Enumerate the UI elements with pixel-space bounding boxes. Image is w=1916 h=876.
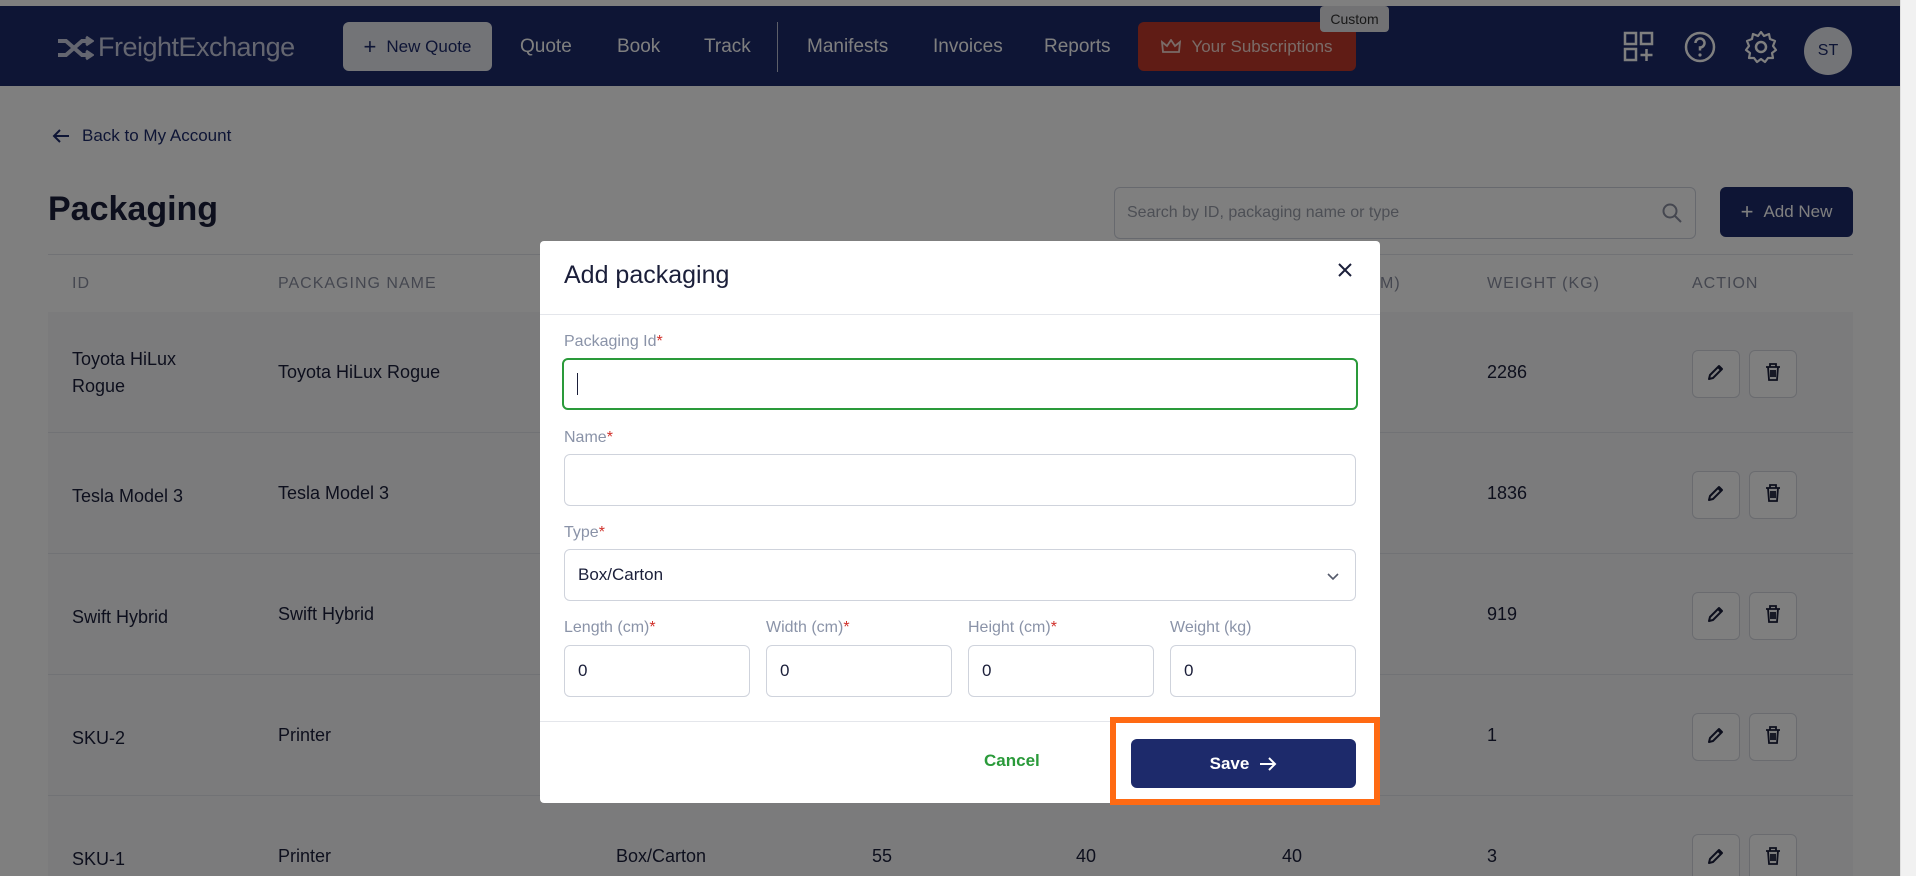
length-label: Length (cm)* [564, 619, 656, 636]
page-scrollbar[interactable] [1900, 0, 1916, 876]
type-select[interactable]: Box/Carton [564, 549, 1356, 601]
weight-label: Weight (kg) [1170, 619, 1252, 636]
cancel-button[interactable]: Cancel [984, 751, 1040, 771]
modal-divider [540, 314, 1380, 315]
packaging-id-label: Packaging Id* [564, 333, 663, 350]
name-input[interactable] [564, 454, 1356, 506]
save-button[interactable]: Save [1131, 739, 1356, 788]
text-caret [577, 373, 578, 395]
modal-title: Add packaging [564, 261, 730, 289]
width-label: Width (cm)* [766, 619, 850, 636]
weight-input[interactable]: 0 [1170, 645, 1356, 697]
height-input[interactable]: 0 [968, 645, 1154, 697]
width-input[interactable]: 0 [766, 645, 952, 697]
packaging-id-input[interactable] [562, 358, 1358, 410]
length-input[interactable]: 0 [564, 645, 750, 697]
type-label: Type* [564, 524, 605, 541]
arrow-right-icon [1260, 756, 1277, 771]
save-label: Save [1209, 753, 1250, 773]
height-label: Height (cm)* [968, 619, 1057, 636]
close-icon[interactable] [1334, 259, 1356, 281]
type-selected-value: Box/Carton [578, 565, 664, 584]
name-label: Name* [564, 429, 613, 446]
chevron-down-icon [1327, 573, 1339, 581]
